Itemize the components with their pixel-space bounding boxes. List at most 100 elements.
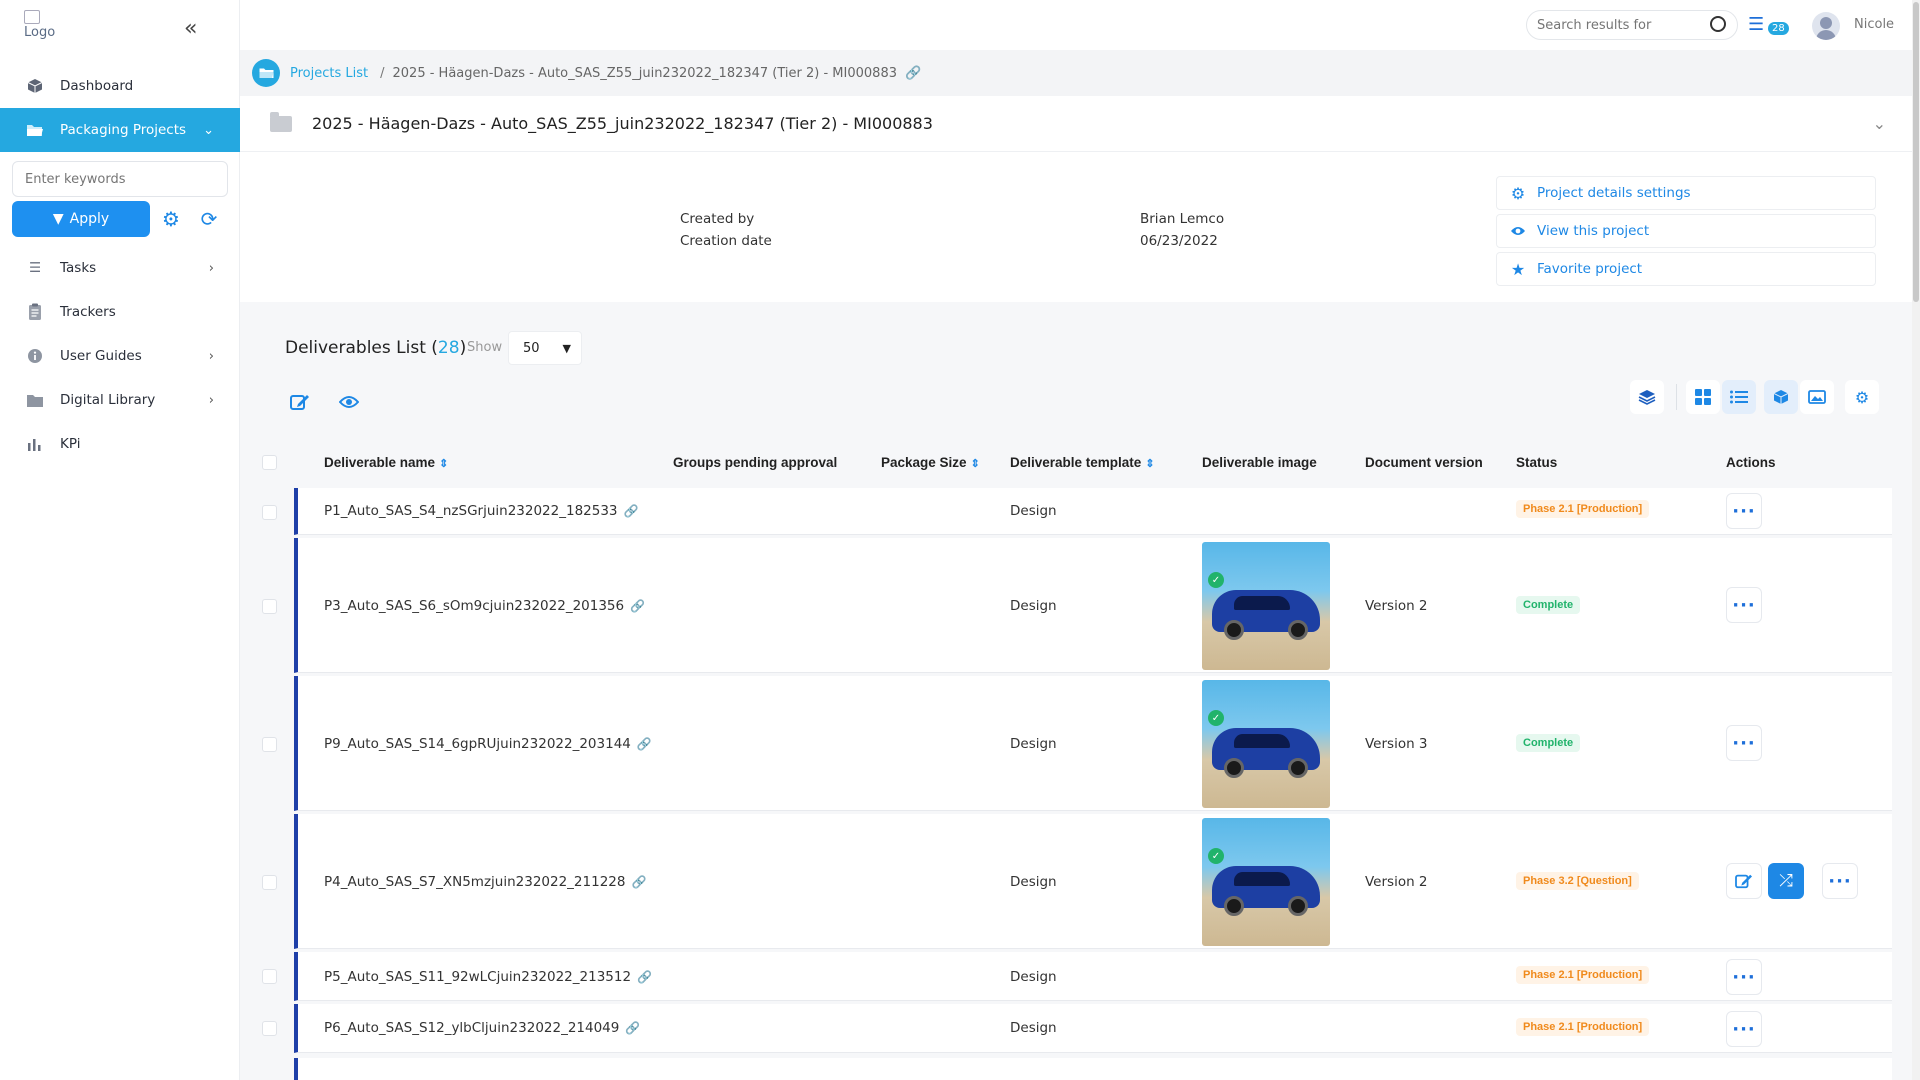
layers-view-button[interactable] (1630, 380, 1664, 414)
folder-icon (270, 111, 292, 132)
sidebar-item-tasks[interactable]: ☰ Tasks › (0, 246, 240, 290)
sidebar-item-kpi[interactable]: KPi (0, 422, 240, 466)
link-icon[interactable]: 🔗 (630, 599, 645, 613)
favorite-project-button[interactable]: ★ Favorite project (1496, 252, 1876, 286)
row-more-actions-button[interactable]: ··· (1726, 725, 1762, 761)
sidebar-item-dashboard[interactable]: Dashboard (0, 64, 240, 108)
grid-view-icon[interactable] (1686, 380, 1720, 414)
col-document-version: Document version (1365, 455, 1483, 470)
list-view-icon[interactable] (1722, 380, 1756, 414)
keywords-input[interactable] (12, 161, 228, 197)
deliverable-name[interactable]: P4_Auto_SAS_S7_XN5mzjuin232022_211228 🔗 (324, 874, 646, 890)
sort-icon[interactable]: ⇕ (971, 458, 980, 470)
project-info-panel: Created by Creation date Brian Lemco 06/… (240, 152, 1912, 302)
chevron-right-icon: › (208, 260, 214, 276)
notifications-icon[interactable]: ☰ (1748, 14, 1764, 35)
bulk-edit-icon[interactable] (288, 390, 312, 414)
row-more-actions-button[interactable]: ··· (1822, 863, 1858, 899)
bar-chart-icon (26, 435, 44, 453)
deliverable-name[interactable]: P6_Auto_SAS_S12_ylbCljuin232022_214049 🔗 (324, 1020, 640, 1036)
row-more-actions-button[interactable]: ··· (1726, 1011, 1762, 1047)
search-icon[interactable] (1710, 16, 1726, 32)
row-checkbox[interactable] (262, 599, 277, 614)
link-icon[interactable]: 🔗 (637, 737, 652, 751)
link-icon[interactable]: 🔗 (624, 504, 639, 518)
col-actions: Actions (1726, 455, 1776, 470)
sidebar-item-digital-library[interactable]: Digital Library › (0, 378, 240, 422)
select-all-checkbox[interactable] (262, 455, 277, 470)
apply-filter-button[interactable]: ▼ Apply (12, 201, 150, 237)
document-version: Version 2 (1365, 598, 1428, 614)
wheel-shape (1224, 620, 1244, 640)
deliverable-name[interactable]: P3_Auto_SAS_S6_sOm9cjuin232022_201356 🔗 (324, 598, 645, 614)
wheel-shape (1288, 620, 1308, 640)
avatar[interactable] (1812, 12, 1840, 40)
view-project-button[interactable]: View this project (1496, 214, 1876, 248)
image-view-icon[interactable] (1800, 380, 1834, 414)
scrollbar-thumb[interactable] (1913, 2, 1919, 302)
collapse-sidebar-icon[interactable]: « (184, 16, 197, 41)
sort-icon[interactable]: ⇕ (1145, 458, 1154, 470)
link-icon[interactable]: 🔗 (625, 1021, 640, 1035)
row-checkbox[interactable] (262, 875, 277, 890)
col-deliverable-template[interactable]: Deliverable template ⇕ (1010, 455, 1155, 470)
page-size-select[interactable]: 50 ▼ (508, 331, 582, 365)
wheel-shape (1224, 896, 1244, 916)
deliverable-image-thumbnail[interactable]: ✓ (1202, 680, 1330, 808)
col-package-size[interactable]: Package Size ⇕ (881, 455, 980, 470)
sidebar-item-trackers[interactable]: Trackers (0, 290, 240, 334)
package-view-icon[interactable] (1764, 380, 1798, 414)
list-icon: ☰ (28, 260, 42, 276)
logo[interactable]: Logo (24, 10, 64, 40)
col-label: Package Size (881, 455, 967, 470)
creation-date-value: 06/23/2022 (1140, 233, 1218, 249)
name-text: P4_Auto_SAS_S7_XN5mzjuin232022_211228 (324, 874, 626, 890)
table-settings-gear-icon[interactable]: ⚙ (1845, 380, 1879, 414)
deliverable-image-thumbnail[interactable]: ✓ (1202, 542, 1330, 670)
filter-settings-gear-icon[interactable]: ⚙ (156, 204, 186, 234)
row-checkbox[interactable] (262, 969, 277, 984)
username[interactable]: Nicole (1854, 17, 1894, 32)
action-label: Project details settings (1537, 185, 1691, 201)
status-badge: Phase 3.2 [Question] (1516, 872, 1639, 890)
logo-alt-text: Logo (24, 25, 56, 40)
deliverable-template: Design (1010, 969, 1057, 985)
sort-icon[interactable]: ⇕ (439, 458, 448, 470)
refresh-icon[interactable]: ⟳ (194, 204, 224, 234)
action-label: Favorite project (1537, 261, 1643, 277)
chevron-down-icon[interactable]: ⌄ (1873, 114, 1886, 133)
deliverable-name[interactable]: P1_Auto_SAS_S4_nzSGrjuin232022_182533 🔗 (324, 503, 638, 519)
link-icon[interactable]: 🔗 (631, 875, 646, 889)
table-row[interactable] (294, 1058, 1892, 1080)
name-text: P6_Auto_SAS_S12_ylbCljuin232022_214049 (324, 1020, 620, 1036)
link-icon[interactable]: 🔗 (637, 970, 652, 984)
deliverable-template: Design (1010, 736, 1057, 752)
edit-deliverable-icon[interactable] (1726, 863, 1762, 899)
deliverable-name[interactable]: P5_Auto_SAS_S11_92wLCjuin232022_213512 🔗 (324, 969, 652, 985)
row-more-actions-button[interactable]: ··· (1726, 959, 1762, 995)
wheel-shape (1224, 758, 1244, 778)
copy-link-icon[interactable]: 🔗 (905, 66, 921, 81)
sidebar-item-user-guides[interactable]: User Guides › (0, 334, 240, 378)
search-input[interactable] (1526, 10, 1738, 40)
deliverable-template: Design (1010, 503, 1057, 519)
project-details-settings-button[interactable]: ⚙ Project details settings (1496, 176, 1876, 210)
clipboard-icon (26, 303, 44, 321)
sidebar-item-packaging-projects[interactable]: Packaging Projects ⌄ (0, 108, 240, 152)
row-checkbox[interactable] (262, 1021, 277, 1036)
row-more-actions-button[interactable]: ··· (1726, 493, 1762, 529)
eye-icon[interactable] (337, 390, 361, 414)
deliverable-name[interactable]: P9_Auto_SAS_S14_6gpRUjuin232022_203144 🔗 (324, 736, 652, 752)
row-checkbox[interactable] (262, 737, 277, 752)
shuffle-workflow-icon[interactable]: ⤮ (1768, 863, 1804, 899)
approved-check-icon: ✓ (1208, 848, 1224, 864)
row-checkbox[interactable] (262, 505, 277, 520)
star-icon: ★ (1510, 259, 1526, 279)
sidebar-item-label: Trackers (60, 304, 116, 320)
box-icon (26, 77, 44, 95)
sidebar-item-label: User Guides (60, 348, 142, 364)
row-more-actions-button[interactable]: ··· (1726, 587, 1762, 623)
breadcrumb-projects-list-link[interactable]: Projects List (290, 66, 368, 81)
deliverable-image-thumbnail[interactable]: ✓ (1202, 818, 1330, 946)
col-deliverable-name[interactable]: Deliverable name ⇕ (324, 455, 448, 470)
